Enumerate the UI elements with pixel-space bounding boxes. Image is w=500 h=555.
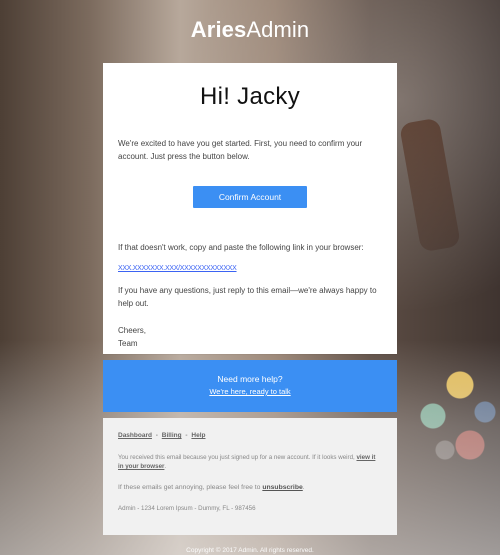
signoff-cheers: Cheers, bbox=[118, 326, 147, 335]
unsubscribe-end: . bbox=[302, 484, 305, 491]
footer-notice-end: . bbox=[164, 463, 167, 470]
confirm-account-button[interactable]: Confirm Account bbox=[193, 186, 307, 208]
footer-separator: - bbox=[155, 432, 158, 439]
footer-notice-text: You received this email because you just… bbox=[118, 454, 355, 461]
brand-logo-normal: Admin bbox=[246, 17, 310, 42]
greeting-title: Hi! Jacky bbox=[199, 83, 301, 110]
footer-links: Dashboard - Billing - Help bbox=[118, 431, 382, 440]
footer-link-billing[interactable]: Billing bbox=[162, 432, 182, 439]
brand-logo: AriesAdmin bbox=[0, 18, 500, 42]
intro-text: We're excited to have you get started. F… bbox=[118, 139, 363, 161]
footer-notice: You received this email because you just… bbox=[118, 453, 382, 471]
footer-link-help[interactable]: Help bbox=[191, 432, 205, 439]
copy-link-instruction: If that doesn't work, copy and paste the… bbox=[118, 243, 364, 252]
signoff-team: Team bbox=[118, 339, 138, 348]
footer-address: Admin - 1234 Lorem Ipsum - Dummy, FL - 9… bbox=[118, 505, 256, 512]
footer-separator: - bbox=[185, 432, 188, 439]
help-banner: Need more help? We're here, ready to tal… bbox=[103, 360, 397, 412]
help-link[interactable]: We're here, ready to talk bbox=[103, 386, 397, 397]
help-title: Need more help? bbox=[217, 374, 283, 384]
questions-text: If you have any questions, just reply to… bbox=[118, 286, 377, 308]
confirmation-link[interactable]: XXX.XXXXXXX.XXX/XXXXXXXXXXXXX bbox=[118, 264, 382, 274]
unsubscribe-text: If these emails get annoying, please fee… bbox=[118, 484, 261, 491]
email-card: Hi! Jacky We're excited to have you get … bbox=[103, 63, 397, 354]
email-footer: Dashboard - Billing - Help You received … bbox=[103, 418, 397, 535]
footer-unsubscribe-line: If these emails get annoying, please fee… bbox=[118, 483, 382, 493]
unsubscribe-link[interactable]: unsubscribe bbox=[262, 484, 302, 491]
footer-link-dashboard[interactable]: Dashboard bbox=[118, 432, 152, 439]
copyright-text: Copyright © 2017 Admin. All rights reser… bbox=[186, 547, 314, 554]
brand-logo-bold: Aries bbox=[190, 17, 247, 42]
confirm-button-wrap: Confirm Account bbox=[118, 186, 382, 208]
